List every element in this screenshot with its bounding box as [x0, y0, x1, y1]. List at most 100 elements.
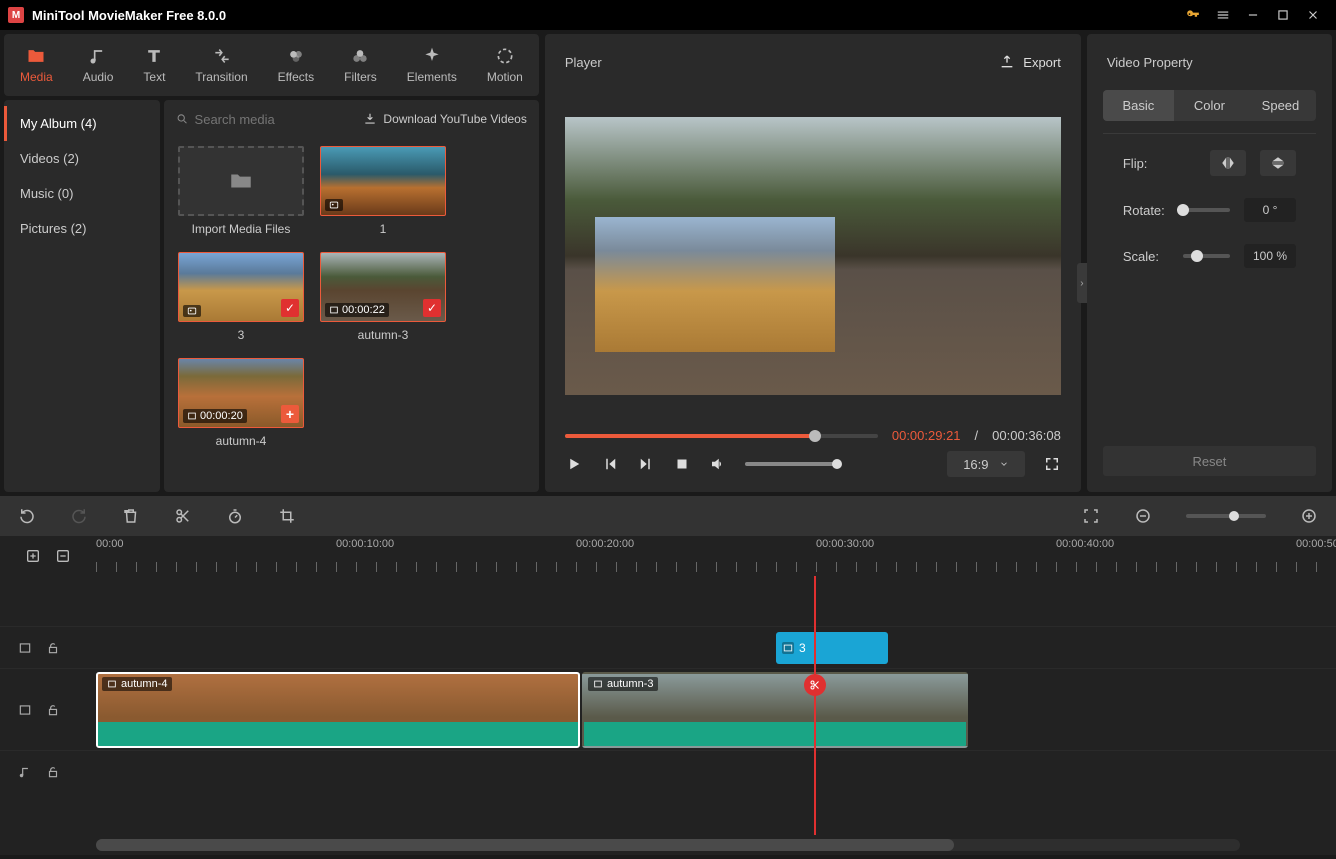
add-icon[interactable]: + — [281, 405, 299, 423]
unlock-icon[interactable] — [46, 703, 60, 717]
flip-vertical-button[interactable] — [1260, 150, 1296, 176]
tab-speed[interactable]: Speed — [1245, 90, 1316, 121]
volume-knob[interactable] — [832, 459, 842, 469]
media-duration: 00:00:22 — [342, 304, 385, 316]
transition-icon — [212, 46, 232, 66]
export-label: Export — [1023, 55, 1061, 70]
fullscreen-button[interactable] — [1043, 455, 1061, 473]
timeline-tracks: 3 autumn-4 autumn-3 — [0, 576, 1336, 835]
media-item[interactable]: 00:00:20 + autumn-4 — [178, 358, 304, 448]
timeline-ruler[interactable]: 00:00 00:00:10:00 00:00:20:00 00:00:30:0… — [96, 536, 1336, 576]
scrollbar-thumb[interactable] — [96, 839, 954, 851]
scale-value[interactable]: 100 % — [1244, 244, 1296, 268]
tab-media-label: Media — [20, 70, 53, 84]
media-item-name: autumn-4 — [216, 434, 267, 448]
aspect-ratio-select[interactable]: 16:9 — [947, 451, 1025, 477]
tab-audio[interactable]: Audio — [75, 40, 122, 90]
rotate-knob[interactable] — [1177, 204, 1189, 216]
media-sidebar: My Album (4) Videos (2) Music (0) Pictur… — [4, 100, 160, 492]
scale-slider[interactable] — [1183, 254, 1230, 258]
search-media[interactable] — [176, 112, 355, 127]
progress-knob[interactable] — [809, 430, 821, 442]
import-media-button[interactable]: Import Media Files — [178, 146, 304, 236]
tab-transition-label: Transition — [195, 70, 247, 84]
media-item-name: 1 — [380, 222, 387, 236]
music-note-icon — [88, 46, 108, 66]
unlock-icon[interactable] — [46, 641, 60, 655]
prev-frame-button[interactable] — [601, 455, 619, 473]
zoom-slider[interactable] — [1186, 514, 1266, 518]
flip-horizontal-button[interactable] — [1210, 150, 1246, 176]
zoom-knob[interactable] — [1229, 511, 1239, 521]
ruler-tick: 00:00 — [96, 538, 124, 550]
tab-transition[interactable]: Transition — [187, 40, 255, 90]
time-total: 00:00:36:08 — [992, 428, 1061, 443]
overlay-clip-name: 3 — [799, 641, 806, 655]
timeline-clip[interactable]: autumn-3 — [582, 672, 968, 748]
stop-button[interactable] — [673, 455, 691, 473]
remove-track-button[interactable] — [55, 548, 71, 564]
text-icon — [144, 46, 164, 66]
sidebar-item-myalbum[interactable]: My Album (4) — [4, 106, 160, 141]
reset-button[interactable]: Reset — [1103, 446, 1316, 476]
check-icon: ✓ — [423, 299, 441, 317]
tab-elements[interactable]: Elements — [399, 40, 465, 90]
add-track-button[interactable] — [25, 548, 41, 564]
tab-text[interactable]: Text — [135, 40, 173, 90]
sidebar-item-music[interactable]: Music (0) — [4, 176, 160, 211]
tab-motion-label: Motion — [487, 70, 523, 84]
timeline-clip[interactable]: autumn-4 — [96, 672, 580, 748]
collapse-panel-button[interactable]: › — [1077, 263, 1087, 303]
overlay-clip[interactable]: 3 — [776, 632, 888, 664]
tab-media[interactable]: Media — [12, 40, 61, 90]
clip-name: autumn-4 — [121, 678, 167, 690]
export-button[interactable]: Export — [999, 54, 1061, 70]
tab-elements-label: Elements — [407, 70, 457, 84]
media-item[interactable]: 1 — [320, 146, 446, 236]
play-button[interactable] — [565, 455, 583, 473]
volume-slider[interactable] — [745, 462, 837, 466]
window-close-button[interactable] — [1298, 0, 1328, 30]
rotate-slider[interactable] — [1183, 208, 1230, 212]
sidebar-item-pictures[interactable]: Pictures (2) — [4, 211, 160, 246]
tab-basic[interactable]: Basic — [1103, 90, 1174, 121]
next-frame-button[interactable] — [637, 455, 655, 473]
video-badge: 00:00:20 — [183, 409, 247, 423]
media-item[interactable]: 00:00:22 ✓ autumn-3 — [320, 252, 446, 342]
music-note-icon — [18, 765, 32, 779]
tab-motion[interactable]: Motion — [479, 40, 531, 90]
split-button[interactable] — [174, 507, 192, 525]
tab-effects[interactable]: Effects — [270, 40, 322, 90]
titlebar: M MiniTool MovieMaker Free 8.0.0 — [0, 0, 1336, 30]
timeline-scrollbar[interactable] — [96, 839, 1240, 851]
rotate-value[interactable]: 0 ° — [1244, 198, 1296, 222]
zoom-fit-button[interactable] — [1082, 507, 1100, 525]
search-input[interactable] — [195, 112, 356, 127]
download-youtube-link[interactable]: Download YouTube Videos — [363, 112, 526, 126]
speed-button[interactable] — [226, 507, 244, 525]
scale-knob[interactable] — [1191, 250, 1203, 262]
window-maximize-button[interactable] — [1268, 0, 1298, 30]
download-icon — [363, 112, 377, 126]
crop-button[interactable] — [278, 507, 296, 525]
tab-color[interactable]: Color — [1174, 90, 1245, 121]
window-minimize-button[interactable] — [1238, 0, 1268, 30]
zoom-in-button[interactable] — [1300, 507, 1318, 525]
playhead-split-icon[interactable] — [804, 674, 826, 696]
undo-button[interactable] — [18, 507, 36, 525]
hamburger-menu-icon[interactable] — [1208, 0, 1238, 30]
sidebar-item-videos[interactable]: Videos (2) — [4, 141, 160, 176]
tab-filters[interactable]: Filters — [336, 40, 385, 90]
player-canvas[interactable] — [565, 117, 1061, 395]
redo-button[interactable] — [70, 507, 88, 525]
progress-slider[interactable] — [565, 434, 878, 438]
delete-button[interactable] — [122, 507, 140, 525]
volume-icon[interactable] — [709, 455, 727, 473]
playhead[interactable] — [814, 576, 816, 835]
upgrade-key-icon[interactable] — [1178, 0, 1208, 30]
property-title: Video Property — [1107, 55, 1193, 70]
property-panel: › Video Property Basic Color Speed Flip:… — [1087, 34, 1332, 492]
zoom-out-button[interactable] — [1134, 507, 1152, 525]
media-item[interactable]: ✓ 3 — [178, 252, 304, 342]
unlock-icon[interactable] — [46, 765, 60, 779]
